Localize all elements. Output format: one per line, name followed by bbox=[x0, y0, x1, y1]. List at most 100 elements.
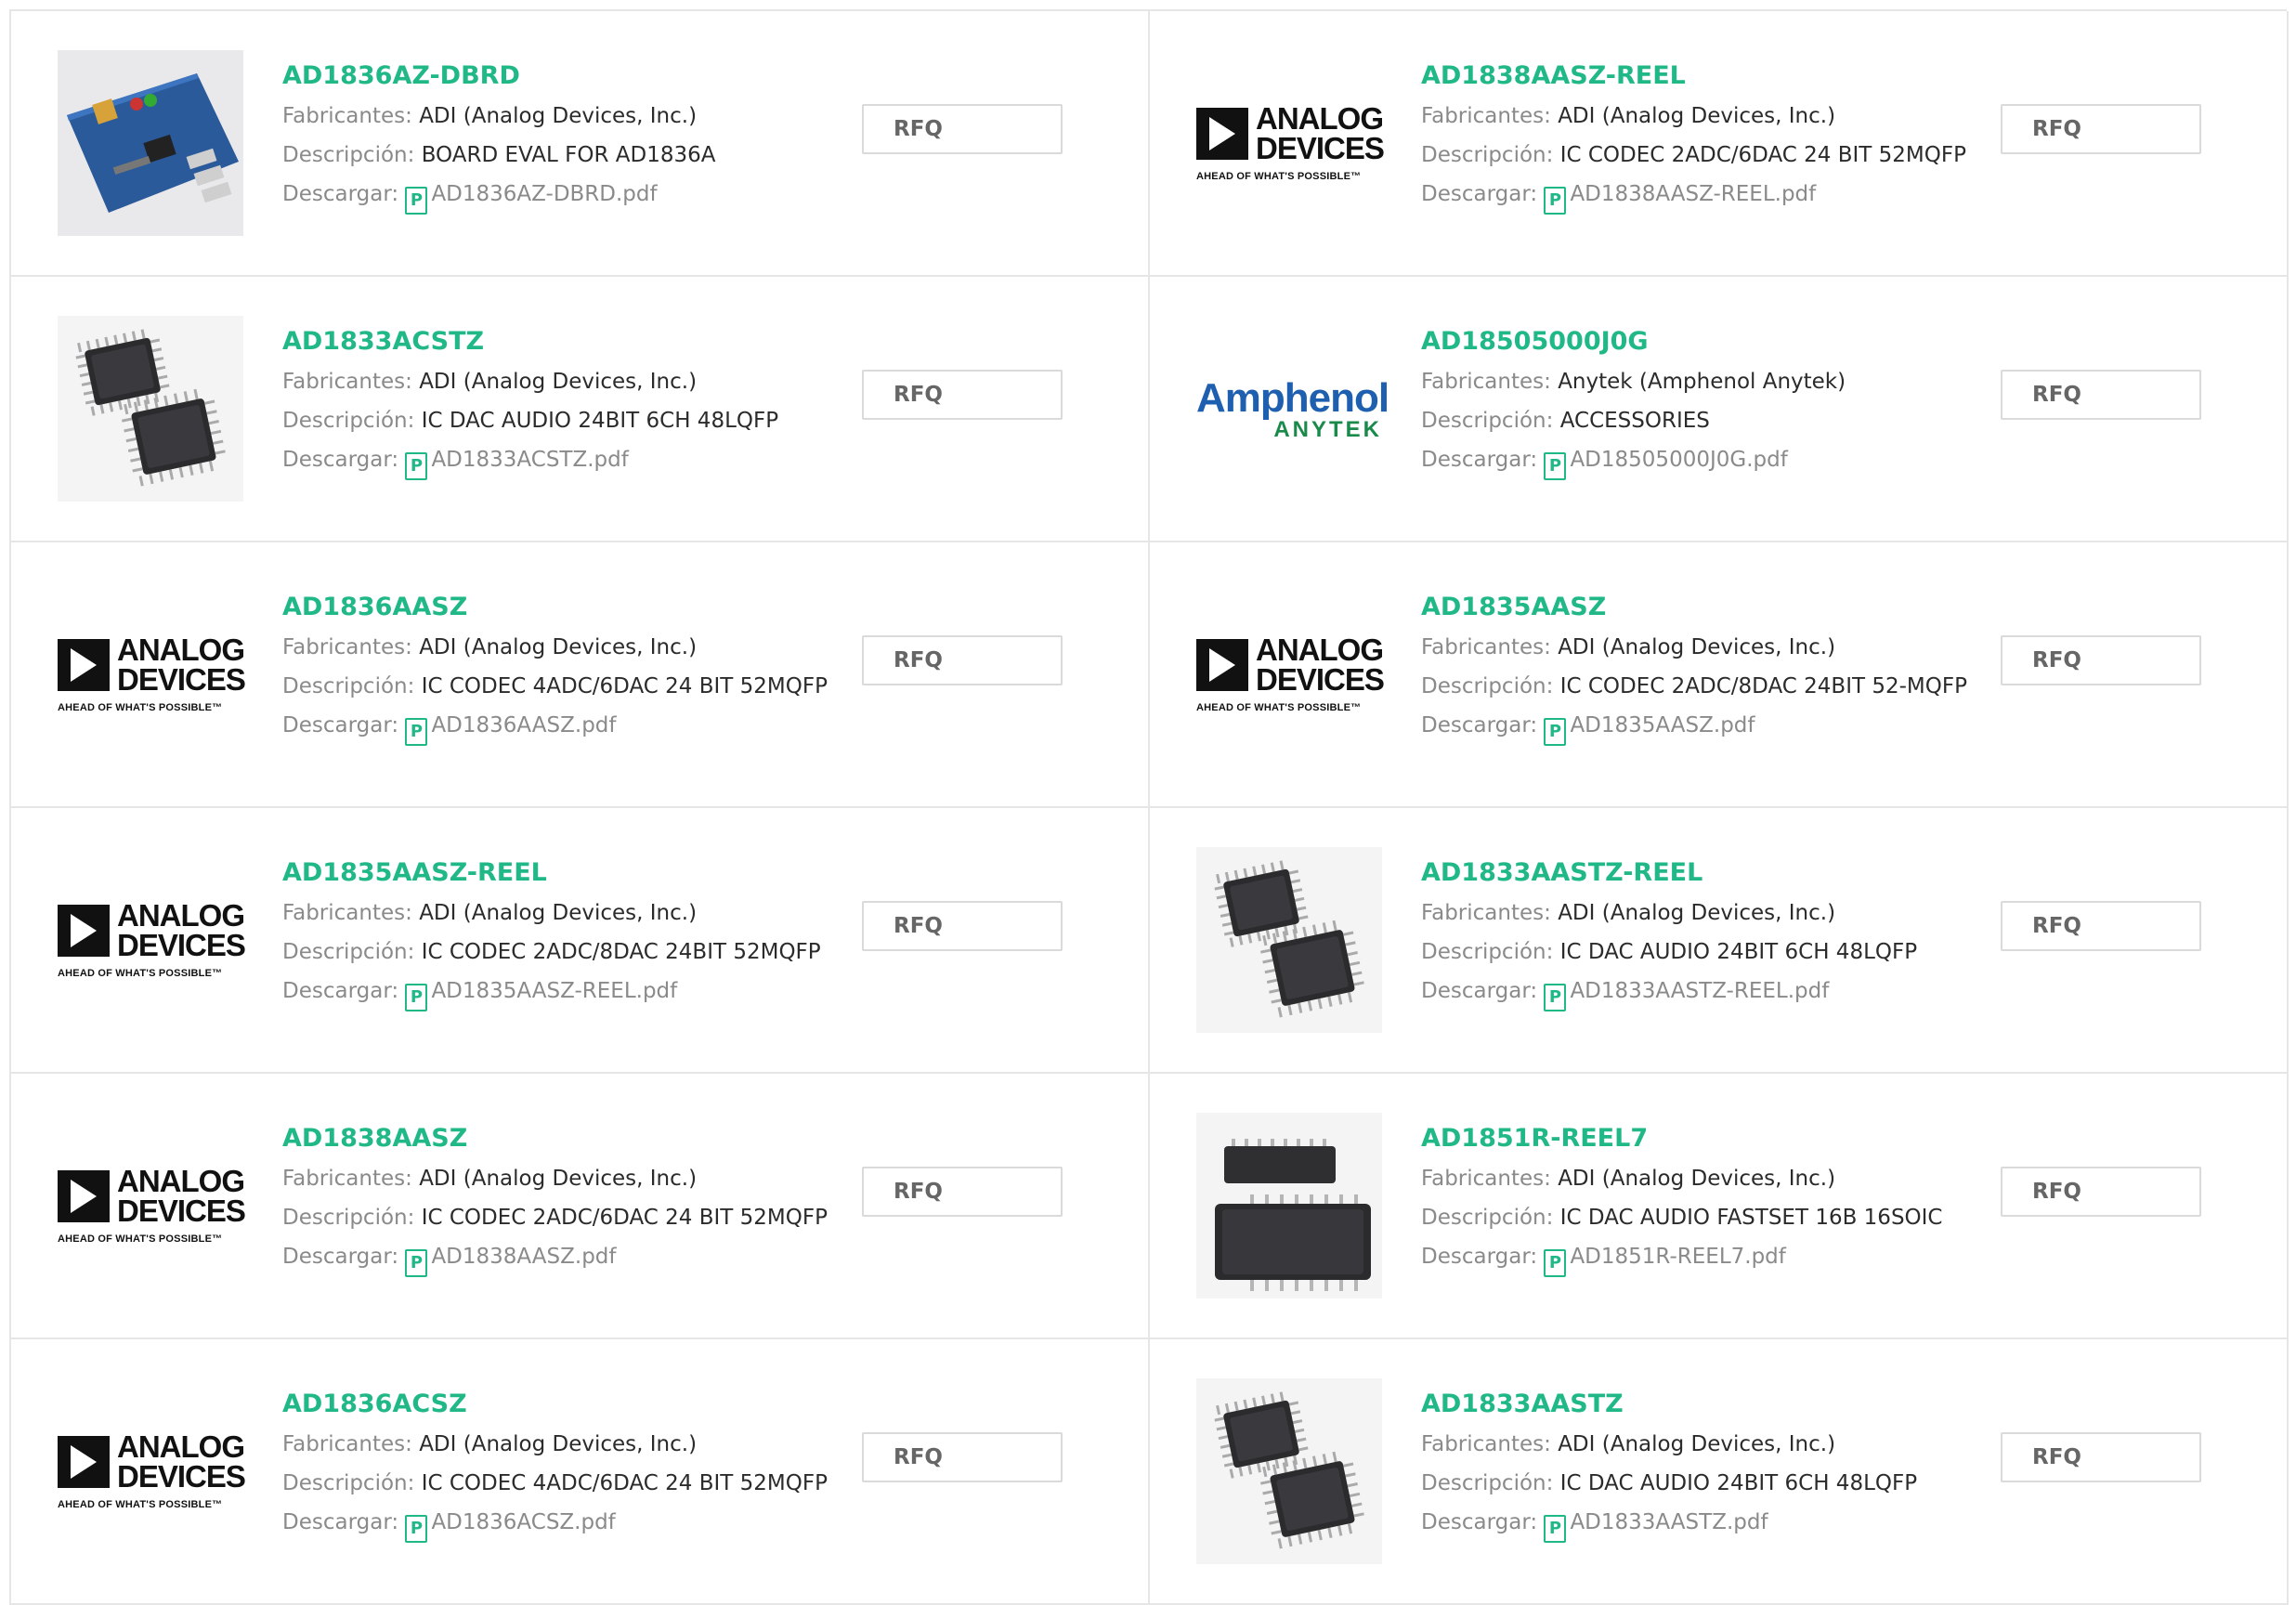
product-image[interactable] bbox=[1196, 1378, 1382, 1564]
datasheet-link[interactable]: P AD1838AASZ.pdf bbox=[405, 1245, 617, 1277]
description-value: IC CODEC 2ADC/8DAC 24BIT 52-MQFP bbox=[1559, 674, 1967, 698]
description-row: Descripción: IC CODEC 2ADC/6DAC 24 BIT 5… bbox=[282, 1198, 840, 1237]
rfq-button[interactable]: RFQ bbox=[2001, 901, 2201, 951]
manufacturer-label: Fabricantes: bbox=[282, 370, 412, 394]
datasheet-link[interactable]: P AD1833AASTZ.pdf bbox=[1544, 1510, 1768, 1543]
rfq-button[interactable]: RFQ bbox=[2001, 635, 2201, 685]
datasheet-link[interactable]: P AD1835AASZ.pdf bbox=[1544, 713, 1755, 746]
description-label: Descripción: bbox=[1421, 1206, 1554, 1230]
download-label: Descargar: bbox=[1421, 448, 1538, 472]
part-number-link[interactable]: AD1835AASZ bbox=[1421, 591, 1978, 624]
rfq-button[interactable]: RFQ bbox=[2001, 1167, 2201, 1217]
product-image[interactable] bbox=[58, 316, 243, 502]
product-image[interactable]: ANALOG DEVICES AHEAD OF WHAT'S POSSIBLE™ bbox=[1196, 581, 1385, 767]
rfq-button[interactable]: RFQ bbox=[862, 635, 1063, 685]
manufacturer-row: Fabricantes: ADI (Analog Devices, Inc.) bbox=[1421, 1159, 1978, 1198]
product-info: AD1836AASZ Fabricantes: ADI (Analog Devi… bbox=[282, 591, 840, 746]
description-label: Descripción: bbox=[282, 143, 415, 167]
rfq-button[interactable]: RFQ bbox=[862, 104, 1063, 154]
datasheet-link[interactable]: P AD1838AASZ-REEL.pdf bbox=[1544, 182, 1816, 215]
product-info: AD1836AZ-DBRD Fabricantes: ADI (Analog D… bbox=[282, 59, 840, 215]
product-image[interactable]: Amphenol ANYTEK bbox=[1196, 316, 1389, 502]
product-info: AD1851R-REEL7 Fabricantes: ADI (Analog D… bbox=[1421, 1122, 1978, 1277]
product-image[interactable]: ANALOG DEVICES AHEAD OF WHAT'S POSSIBLE™ bbox=[58, 847, 246, 1033]
manufacturer-row: Fabricantes: ADI (Analog Devices, Inc.) bbox=[282, 1159, 840, 1198]
product-info: AD18505000J0G Fabricantes: Anytek (Amphe… bbox=[1421, 325, 1978, 480]
part-number-link[interactable]: AD18505000J0G bbox=[1421, 325, 1978, 359]
analog-devices-logo: ANALOG DEVICES AHEAD OF WHAT'S POSSIBLE™ bbox=[1196, 634, 1385, 713]
part-number-link[interactable]: AD1851R-REEL7 bbox=[1421, 1122, 1978, 1155]
download-label: Descargar: bbox=[1421, 182, 1538, 206]
manufacturer-value: ADI (Analog Devices, Inc.) bbox=[1558, 104, 1836, 128]
product-card: AD1833AASTZ Fabricantes: ADI (Analog Dev… bbox=[1150, 1339, 2289, 1605]
description-row: Descripción: IC CODEC 2ADC/8DAC 24BIT 52… bbox=[282, 933, 840, 972]
description-value: IC CODEC 2ADC/8DAC 24BIT 52MQFP bbox=[421, 940, 821, 964]
part-number-link[interactable]: AD1836ACSZ bbox=[282, 1388, 840, 1421]
datasheet-filename: AD1833ACSTZ.pdf bbox=[431, 448, 629, 472]
logo-tagline: AHEAD OF WHAT'S POSSIBLE™ bbox=[58, 1233, 223, 1245]
description-row: Descripción: IC DAC AUDIO 24BIT 6CH 48LQ… bbox=[1421, 1464, 1978, 1503]
datasheet-link[interactable]: P AD1836AASZ.pdf bbox=[405, 713, 617, 746]
datasheet-link[interactable]: P AD1835AASZ-REEL.pdf bbox=[405, 979, 677, 1011]
part-number-link[interactable]: AD1836AASZ bbox=[282, 591, 840, 624]
product-image[interactable]: ANALOG DEVICES AHEAD OF WHAT'S POSSIBLE™ bbox=[58, 581, 246, 767]
product-info: AD1833AASTZ-REEL Fabricantes: ADI (Analo… bbox=[1421, 856, 1978, 1011]
part-number-link[interactable]: AD1836AZ-DBRD bbox=[282, 59, 840, 93]
datasheet-link[interactable]: P AD1851R-REEL7.pdf bbox=[1544, 1245, 1786, 1277]
part-number-link[interactable]: AD1833AASTZ bbox=[1421, 1388, 1978, 1421]
rfq-button[interactable]: RFQ bbox=[862, 1167, 1063, 1217]
manufacturer-label: Fabricantes: bbox=[282, 901, 412, 925]
part-number-link[interactable]: AD1833AASTZ-REEL bbox=[1421, 856, 1978, 890]
datasheet-link[interactable]: P AD1836AZ-DBRD.pdf bbox=[405, 182, 658, 215]
description-value: ACCESSORIES bbox=[1559, 409, 1710, 433]
pdf-icon: P bbox=[405, 718, 428, 746]
manufacturer-label: Fabricantes: bbox=[282, 1167, 412, 1191]
part-number-link[interactable]: AD1833ACSTZ bbox=[282, 325, 840, 359]
qfp-chip-image bbox=[1196, 1378, 1382, 1564]
part-number-link[interactable]: AD1835AASZ-REEL bbox=[282, 856, 840, 890]
rfq-button[interactable]: RFQ bbox=[862, 1432, 1063, 1482]
datasheet-filename: AD1835AASZ.pdf bbox=[1570, 713, 1755, 737]
rfq-button[interactable]: RFQ bbox=[2001, 370, 2201, 420]
part-number-link[interactable]: AD1838AASZ-REEL bbox=[1421, 59, 1978, 93]
download-label: Descargar: bbox=[1421, 1510, 1538, 1534]
pdf-icon: P bbox=[405, 1249, 428, 1277]
description-row: Descripción: IC DAC AUDIO 24BIT 6CH 48LQ… bbox=[1421, 933, 1978, 972]
product-image[interactable]: ANALOG DEVICES AHEAD OF WHAT'S POSSIBLE™ bbox=[1196, 50, 1385, 236]
rfq-button[interactable]: RFQ bbox=[862, 901, 1063, 951]
rfq-button[interactable]: RFQ bbox=[2001, 1432, 2201, 1482]
product-image[interactable] bbox=[58, 50, 243, 236]
rfq-button[interactable]: RFQ bbox=[2001, 104, 2201, 154]
product-card: ANALOG DEVICES AHEAD OF WHAT'S POSSIBLE™… bbox=[11, 542, 1150, 808]
description-value: IC CODEC 2ADC/6DAC 24 BIT 52MQFP bbox=[1559, 143, 1966, 167]
logo-tagline: AHEAD OF WHAT'S POSSIBLE™ bbox=[58, 968, 223, 979]
datasheet-link[interactable]: P AD18505000J0G.pdf bbox=[1544, 448, 1788, 480]
manufacturer-label: Fabricantes: bbox=[1421, 635, 1551, 659]
manufacturer-row: Fabricantes: ADI (Analog Devices, Inc.) bbox=[282, 97, 840, 136]
product-image[interactable]: ANALOG DEVICES AHEAD OF WHAT'S POSSIBLE™ bbox=[58, 1378, 246, 1564]
product-image[interactable]: ANALOG DEVICES AHEAD OF WHAT'S POSSIBLE™ bbox=[58, 1113, 246, 1298]
pdf-icon: P bbox=[1544, 187, 1567, 215]
manufacturer-value: ADI (Analog Devices, Inc.) bbox=[419, 635, 698, 659]
pdf-icon: P bbox=[405, 187, 428, 215]
logo-text: ANALOG bbox=[1256, 101, 1384, 136]
manufacturer-value: ADI (Analog Devices, Inc.) bbox=[1558, 1167, 1836, 1191]
datasheet-filename: AD1838AASZ.pdf bbox=[431, 1245, 617, 1269]
product-image[interactable] bbox=[1196, 847, 1382, 1033]
product-card: Amphenol ANYTEK AD18505000J0G Fabricante… bbox=[1150, 277, 2289, 542]
datasheet-filename: AD1836AASZ.pdf bbox=[431, 713, 617, 737]
logo-text: ANYTEK bbox=[1273, 417, 1382, 442]
pdf-icon: P bbox=[1544, 452, 1567, 480]
download-row: Descargar: P AD1835AASZ-REEL.pdf bbox=[282, 972, 840, 1011]
datasheet-link[interactable]: P AD1833AASTZ-REEL.pdf bbox=[1544, 979, 1829, 1011]
manufacturer-label: Fabricantes: bbox=[282, 635, 412, 659]
download-row: Descargar: P AD18505000J0G.pdf bbox=[1421, 440, 1978, 480]
datasheet-link[interactable]: P AD1836ACSZ.pdf bbox=[405, 1510, 616, 1543]
part-number-link[interactable]: AD1838AASZ bbox=[282, 1122, 840, 1155]
download-label: Descargar: bbox=[1421, 1245, 1538, 1269]
download-row: Descargar: P AD1833AASTZ-REEL.pdf bbox=[1421, 972, 1978, 1011]
description-row: Descripción: ACCESSORIES bbox=[1421, 401, 1978, 440]
rfq-button[interactable]: RFQ bbox=[862, 370, 1063, 420]
datasheet-link[interactable]: P AD1833ACSTZ.pdf bbox=[405, 448, 629, 480]
product-image[interactable] bbox=[1196, 1113, 1382, 1298]
